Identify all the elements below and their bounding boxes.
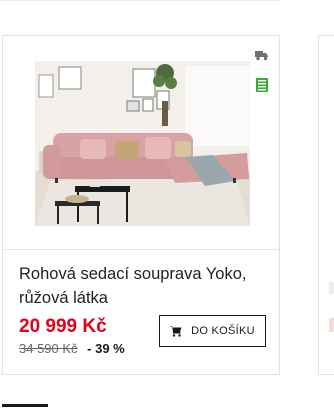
cart-icon (170, 325, 182, 337)
product-price: 20 999 Kč (19, 316, 107, 337)
next-card-price-fragment (329, 318, 334, 332)
delivery-truck-icon (255, 51, 268, 61)
next-card-fragment (329, 282, 334, 294)
add-to-cart-label: DO KOŠÍKU (191, 325, 255, 337)
top-divider (0, 0, 280, 1)
bottom-mark (2, 404, 48, 407)
product-image[interactable] (35, 61, 250, 226)
card-divider (3, 249, 279, 250)
old-price: 34 590 Kč (19, 341, 78, 356)
discount-badge: - 39 % (87, 341, 125, 356)
in-stock-icon (256, 78, 268, 92)
next-product-card[interactable] (318, 35, 334, 375)
badge-icons (255, 48, 269, 108)
product-card[interactable]: Rohová sedací souprava Yoko, růžová látk… (2, 35, 280, 375)
add-to-cart-button[interactable]: DO KOŠÍKU (159, 315, 266, 347)
old-price-row: 34 590 Kč - 39 % (19, 341, 125, 356)
product-name[interactable]: Rohová sedací souprava Yoko, růžová látk… (19, 262, 269, 310)
